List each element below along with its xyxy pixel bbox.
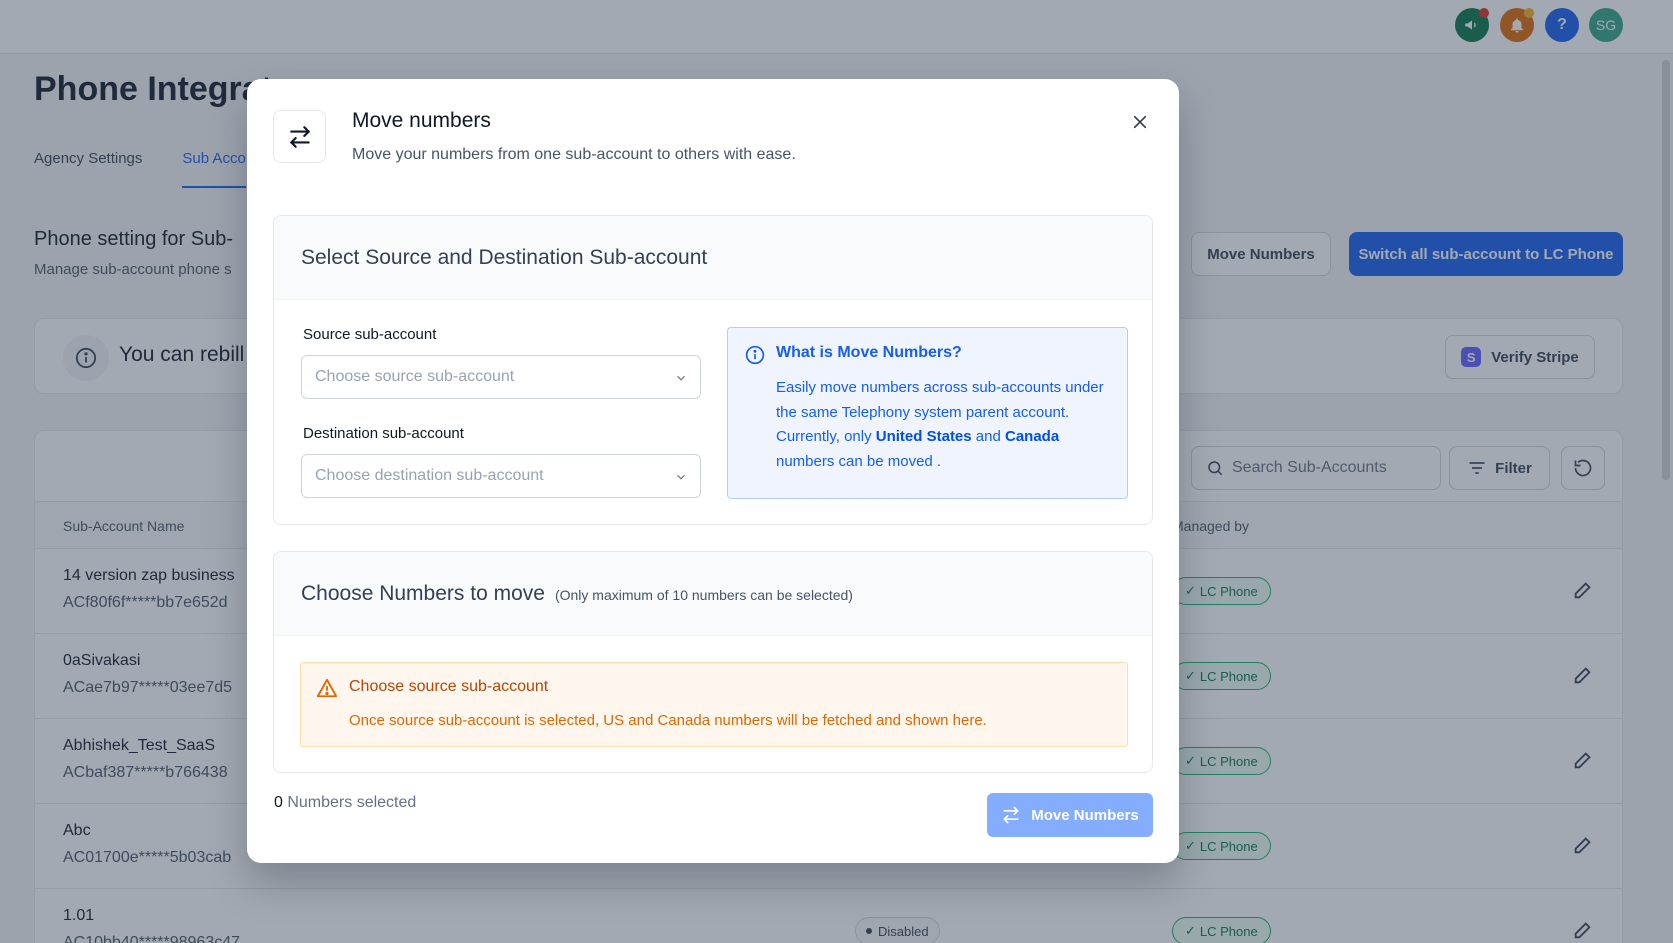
warning-callout: Choose source sub-account Once source su… — [300, 662, 1128, 747]
info-circle-icon — [745, 345, 765, 365]
source-label: Source sub-account — [303, 326, 437, 343]
warning-body: Once source sub-account is selected, US … — [349, 712, 987, 729]
selected-count: 0 Numbers selected — [274, 794, 416, 812]
swap-arrows-icon — [1003, 806, 1019, 824]
destination-placeholder: Choose destination sub-account — [315, 467, 544, 484]
modal-title: Move numbers — [352, 109, 491, 132]
info-body: Easily move numbers across sub-accounts … — [776, 376, 1116, 474]
selected-count-value: 0 — [274, 794, 283, 811]
panel-header: Select Source and Destination Sub-accoun… — [274, 216, 1152, 300]
choose-numbers-panel: Choose Numbers to move (Only maximum of 1… — [273, 551, 1153, 773]
chevron-down-icon — [677, 474, 685, 480]
source-placeholder: Choose source sub-account — [315, 368, 515, 385]
modal-subtitle: Move your numbers from one sub-account t… — [352, 146, 796, 163]
select-accounts-panel: Select Source and Destination Sub-accoun… — [273, 215, 1153, 525]
chevron-down-icon — [677, 375, 685, 381]
info-title: What is Move Numbers? — [776, 344, 962, 361]
move-numbers-submit-button[interactable]: Move Numbers — [987, 793, 1153, 837]
max-selection-note: (Only maximum of 10 numbers can be selec… — [554, 587, 853, 603]
close-button[interactable] — [1127, 109, 1153, 135]
move-numbers-modal: Move numbers Move your numbers from one … — [247, 79, 1179, 863]
move-numbers-submit-label: Move Numbers — [1031, 806, 1139, 824]
selected-count-label: Numbers selected — [282, 794, 417, 811]
swap-arrows-icon — [273, 110, 326, 163]
info-country-us: United States — [875, 428, 972, 445]
panel-title-text: Choose Numbers to move — [301, 582, 545, 605]
info-text: and — [971, 428, 1005, 445]
info-text: numbers can be moved . — [776, 452, 942, 470]
info-callout: What is Move Numbers? Easily move number… — [727, 327, 1128, 499]
panel-header: Choose Numbers to move (Only maximum of 1… — [274, 552, 1152, 636]
panel-title: Choose Numbers to move (Only maximum of 1… — [301, 582, 853, 606]
panel-title: Select Source and Destination Sub-accoun… — [301, 246, 708, 269]
source-select[interactable]: Choose source sub-account — [301, 355, 701, 399]
warning-triangle-icon — [316, 678, 338, 698]
destination-label: Destination sub-account — [303, 425, 464, 442]
info-country-canada: Canada — [1005, 428, 1060, 445]
page-scrollbar[interactable] — [1662, 60, 1670, 480]
destination-select[interactable]: Choose destination sub-account — [301, 454, 701, 498]
close-icon — [1133, 115, 1147, 129]
warning-title: Choose source sub-account — [349, 678, 549, 695]
